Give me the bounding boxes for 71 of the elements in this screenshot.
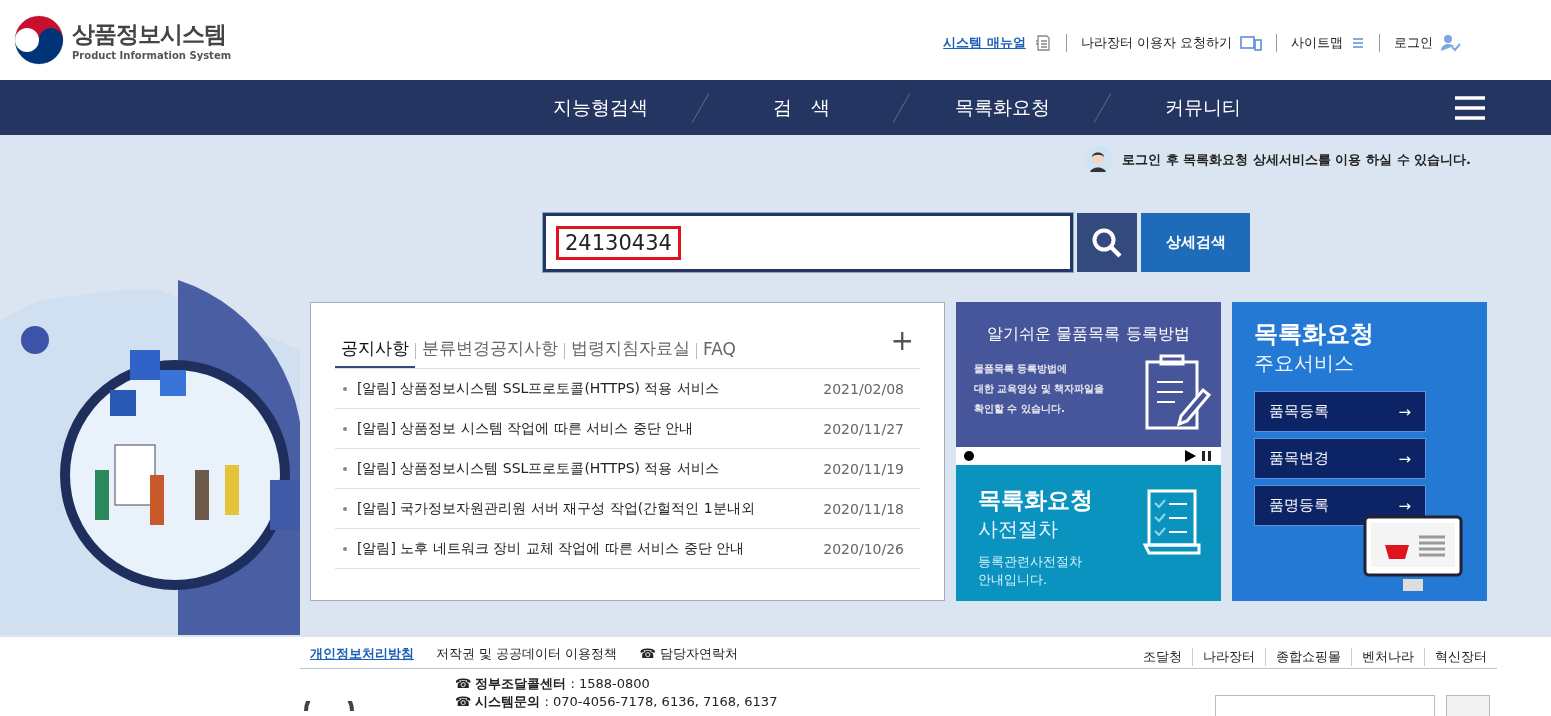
bullet-icon: [343, 426, 347, 431]
header-link[interactable]: 로그인: [1394, 34, 1433, 52]
bullet-icon: [343, 386, 347, 391]
pre-procedure-description: 등록관련사전절차 안내입니다.: [978, 553, 1083, 589]
family-site-link[interactable]: 종합쇼핑몰: [1265, 648, 1351, 666]
service-button[interactable]: 품목변경 →: [1254, 438, 1426, 479]
header-link[interactable]: 사이트맵: [1291, 34, 1343, 52]
government-emblem-icon: [14, 15, 64, 65]
pre-procedure-panel[interactable]: 목록화요청 사전절차 등록관련사전절차 안내입니다.: [956, 465, 1221, 601]
search-icon: [1091, 226, 1123, 259]
notice-title[interactable]: [알림] 상품정보시스템 SSL프로토콜(HTTPS) 적용 서비스: [357, 379, 719, 398]
video-guide-panel[interactable]: 알기쉬운 물품목록 등록방법 물품목록 등록방법에 대한 교육영상 및 책자파일을 확인할 수 있습니다.: [956, 302, 1221, 447]
notice-title[interactable]: [알림] 국가정보자원관리원 서버 재구성 작업(간헐적인 1분내외: [357, 499, 755, 518]
notice-title[interactable]: [알림] 상품정보 시스템 작업에 따른 서비스 중단 안내: [357, 419, 694, 438]
bullet-icon: [343, 546, 347, 551]
notice-tab[interactable]: 법령지침자료실: [565, 333, 696, 368]
notice-date: 2020/11/27: [823, 420, 905, 437]
nav-menu-item[interactable]: 커뮤니티: [1103, 94, 1303, 121]
search-button[interactable]: [1077, 213, 1137, 272]
list-icon: [1351, 36, 1365, 50]
nav-menu-item[interactable]: 지능형검색: [500, 94, 700, 121]
header-link[interactable]: 시스템 매뉴얼: [943, 34, 1026, 52]
notice-tab[interactable]: 분류변경공지사항: [416, 333, 564, 368]
more-button[interactable]: +: [884, 323, 920, 358]
header-link[interactable]: 나라장터 이용자 요청하기: [1080, 34, 1232, 52]
contact-info: ☎ 정부조달콜센터 : 1588-0800: [455, 675, 651, 693]
bullet-icon: [343, 506, 347, 511]
notice-tab[interactable]: FAQ: [697, 334, 742, 367]
notice-date: 2020/10/26: [823, 540, 905, 557]
nav-menu-item[interactable]: 목록화요청: [902, 94, 1102, 121]
family-site-link[interactable]: 조달청: [1133, 648, 1192, 666]
notice-title[interactable]: [알림] 노후 네트워크 장비 교체 작업에 따른 서비스 중단 안내: [357, 539, 744, 558]
document-icon: [1033, 34, 1052, 52]
play-pause-icon: [1185, 450, 1213, 462]
checklist-icon: [1143, 489, 1203, 555]
detail-search-button[interactable]: 상세검색: [1141, 213, 1250, 272]
notice-date: 2020/11/18: [823, 500, 905, 517]
monitor-basket-icon: [1363, 515, 1463, 593]
nav-menu-item[interactable]: 검 색: [701, 94, 901, 121]
notice-tab[interactable]: 공지사항: [335, 333, 415, 368]
footer-link[interactable]: 개인정보처리방침: [310, 645, 414, 663]
notice-date: 2021/02/08: [823, 380, 905, 397]
search-field[interactable]: 24130434: [543, 213, 1073, 272]
notice-date: 2020/11/19: [823, 460, 905, 477]
login-notice-text: 로그인 후 목록화요청 상세서비스를 이용 하실 수 있습니다.: [1122, 151, 1471, 169]
family-site-link[interactable]: 혁신장터: [1424, 648, 1497, 666]
pre-procedure-title: 목록화요청: [978, 486, 1094, 515]
devices-icon: [1240, 35, 1262, 51]
logo-title: 상품정보시스템: [72, 20, 227, 49]
services-title: 목록화요청: [1254, 319, 1375, 350]
menu-icon[interactable]: [1455, 96, 1485, 120]
footer-select-field[interactable]: [1215, 695, 1435, 716]
clipboard-pencil-icon: [1143, 352, 1213, 432]
video-guide-description: 물품목록 등록방법에 대한 교육영상 및 책자파일을 확인할 수 있습니다.: [974, 362, 1106, 416]
family-site-link[interactable]: 벤처나라: [1351, 648, 1424, 666]
bullet-icon: [343, 466, 347, 471]
footer-link[interactable]: 저작권 및 공공데이터 이용정책: [436, 645, 618, 663]
logo-subtitle: Product Information System: [72, 50, 232, 61]
dot-icon: [964, 451, 974, 461]
service-button[interactable]: 품명등록 →: [1254, 485, 1426, 526]
video-controls[interactable]: [956, 447, 1221, 465]
service-button[interactable]: 품목등록 →: [1254, 391, 1426, 432]
services-subtitle: 주요서비스: [1254, 350, 1355, 377]
user-check-icon: [1441, 34, 1461, 52]
footer-link[interactable]: ☎ 담당자연락처: [639, 645, 738, 663]
video-guide-title: 알기쉬운 물품목록 등록방법: [986, 324, 1191, 345]
notice-title[interactable]: [알림] 상품정보시스템 SSL프로토콜(HTTPS) 적용 서비스: [357, 459, 719, 478]
avatar-icon: [1084, 146, 1113, 174]
contact-info: ☎ 시스템문의 : 070-4056-7178, 6136, 7168, 6137: [455, 693, 778, 711]
family-site-link[interactable]: 나라장터: [1192, 648, 1265, 666]
pre-procedure-subtitle: 사전절차: [978, 516, 1059, 543]
